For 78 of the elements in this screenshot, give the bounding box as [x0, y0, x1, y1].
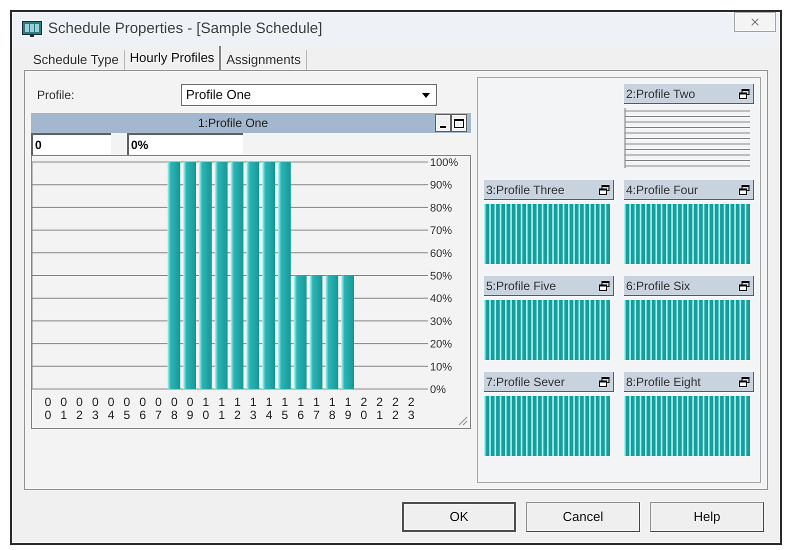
- dialog-button[interactable]: Cancel: [526, 502, 640, 532]
- bar[interactable]: [262, 162, 275, 389]
- thumbnail-title: 2:Profile Two: [626, 86, 696, 102]
- y-tick-label: 70%: [430, 225, 452, 238]
- y-tick-label: 0%: [430, 384, 446, 396]
- x-tick-label: 04: [108, 396, 114, 422]
- bar[interactable]: [167, 162, 180, 389]
- thumbnail-title: 6:Profile Six: [626, 278, 690, 294]
- x-tick-label: 22: [392, 396, 399, 422]
- close-button[interactable]: [734, 12, 776, 32]
- x-tick-label: 21: [376, 396, 383, 422]
- minimize-icon: [440, 126, 446, 128]
- bar[interactable]: [199, 162, 212, 389]
- bar[interactable]: [246, 162, 260, 389]
- x-tick-label: 12: [234, 396, 241, 422]
- restore-icon[interactable]: [739, 376, 750, 386]
- y-tick-label: 40%: [430, 293, 452, 306]
- restore-icon[interactable]: [599, 280, 610, 290]
- maximize-icon: [454, 118, 464, 128]
- restore-icon[interactable]: [739, 88, 750, 98]
- bar[interactable]: [310, 276, 322, 389]
- close-icon: [749, 16, 761, 28]
- x-tick-label: 01: [60, 396, 68, 422]
- x-tick-label: 07: [155, 396, 162, 422]
- thumbnail-title: 8:Profile Eight: [626, 374, 701, 390]
- restore-icon[interactable]: [739, 184, 750, 194]
- resize-grip-icon[interactable]: [456, 414, 468, 426]
- window-title: Schedule Properties - [Sample Schedule]: [48, 18, 322, 39]
- y-tick-label: 80%: [430, 202, 452, 214]
- x-tick-label: 06: [139, 396, 146, 422]
- thumbnail-title: 7:Profile Sever: [486, 374, 565, 390]
- x-tick-label: 14: [266, 396, 272, 422]
- bar[interactable]: [183, 162, 196, 389]
- restore-icon[interactable]: [599, 184, 610, 194]
- x-tick-label: 08: [170, 396, 178, 422]
- y-tick-label: 10%: [430, 361, 452, 374]
- app-icon: [22, 21, 42, 37]
- minimize-button[interactable]: [435, 114, 451, 132]
- dialog-button[interactable]: Help: [650, 502, 764, 532]
- bar[interactable]: [325, 276, 338, 389]
- x-tick-label: 10: [202, 396, 210, 422]
- y-tick-label: 20%: [430, 338, 452, 351]
- restore-icon[interactable]: [739, 280, 750, 290]
- thumbnail-title: 4:Profile Four: [626, 182, 698, 198]
- y-tick-label: 90%: [430, 180, 452, 192]
- profile-dropdown[interactable]: Profile One: [181, 84, 437, 106]
- profile-label: Profile:: [36, 87, 76, 104]
- y-tick-label: 50%: [430, 270, 452, 282]
- x-tick-label: 17: [313, 396, 320, 422]
- hour-field[interactable]: 0: [31, 133, 111, 155]
- x-tick-label: 18: [328, 396, 336, 422]
- x-tick-label: 03: [92, 396, 99, 422]
- y-tick-label: 60%: [430, 248, 452, 260]
- x-tick-label: 13: [250, 396, 257, 422]
- x-tick-label: 05: [124, 396, 130, 422]
- x-tick-label: 23: [408, 396, 415, 422]
- x-tick-label: 20: [360, 396, 368, 422]
- x-tick-label: 16: [297, 396, 304, 422]
- dialog-button[interactable]: OK: [402, 502, 516, 532]
- bar[interactable]: [341, 276, 354, 389]
- x-tick-label: 02: [76, 396, 83, 422]
- x-tick-label: 11: [218, 396, 225, 422]
- maximize-button[interactable]: [451, 114, 467, 132]
- thumbnail-title: 3:Profile Three: [486, 182, 564, 198]
- bar[interactable]: [278, 162, 291, 389]
- x-tick-label: 00: [44, 396, 52, 422]
- bar[interactable]: [230, 162, 244, 389]
- thumbnail-title: 5:Profile Five: [486, 278, 556, 294]
- x-tick-label: 09: [186, 396, 194, 422]
- bar[interactable]: [214, 162, 228, 389]
- y-tick-label: 100%: [430, 157, 458, 169]
- x-tick-label: 15: [282, 396, 288, 422]
- bar[interactable]: [294, 276, 307, 389]
- profile-window-title: 1:Profile One: [196, 115, 270, 132]
- y-tick-label: 30%: [430, 316, 452, 328]
- restore-icon[interactable]: [599, 376, 610, 386]
- value-field[interactable]: 0%: [127, 133, 243, 155]
- x-tick-label: 19: [344, 396, 352, 422]
